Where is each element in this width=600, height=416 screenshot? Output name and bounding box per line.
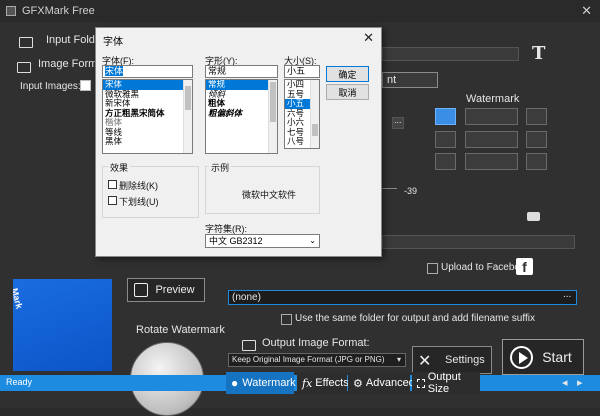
watermark-text-field[interactable] [382, 47, 519, 61]
status-text: Ready [6, 377, 33, 387]
fx-icon: fx [302, 376, 313, 390]
strikeout-checkbox[interactable] [108, 180, 117, 189]
underline-label: 下划线(U) [119, 197, 159, 207]
font-list-scrollbar[interactable] [183, 80, 192, 153]
wrench-icon: ✕ [418, 353, 432, 370]
position-tile-bottom-center[interactable] [465, 153, 518, 170]
font-list[interactable]: 宋体 微软雅黑 新宋体 方正粗黑宋简体 楷体 等线 黑体 [102, 79, 193, 154]
output-format-label: Output Image Format: [262, 337, 370, 349]
preview-button[interactable]: Preview [127, 278, 205, 302]
font-input[interactable]: 宋体 [102, 65, 193, 78]
resize-icon [417, 378, 425, 388]
tab-advanced[interactable]: ⚙ Advanced [348, 372, 415, 394]
window-title: GFXMark Free [22, 5, 95, 17]
image-icon[interactable] [17, 62, 31, 73]
dialog-title: 字体 [103, 37, 123, 48]
more-options-button[interactable]: ... [392, 115, 404, 129]
effects-label: 效果 [108, 161, 131, 174]
upload-facebook-checkbox[interactable] [427, 263, 438, 274]
underline-checkbox[interactable] [108, 196, 117, 205]
charset-select[interactable]: 中文 GB2312 ⌄ [205, 234, 320, 248]
preview-image: Mark [13, 279, 112, 371]
input-images-checkbox[interactable] [80, 80, 91, 91]
facebook-icon[interactable]: f [516, 258, 533, 275]
start-button[interactable]: Start [502, 339, 584, 375]
style-list-scrollbar[interactable] [268, 80, 277, 153]
position-tile-middle-right[interactable] [526, 131, 547, 148]
chevron-down-icon: ▾ [397, 355, 402, 364]
folder-icon[interactable] [19, 37, 33, 48]
tab-prev-arrow[interactable]: ◂ [562, 376, 568, 389]
slider-track[interactable] [382, 188, 397, 189]
style-input[interactable]: 常规 [205, 65, 278, 78]
tab-output-size[interactable]: Output Size [412, 371, 480, 395]
output-path-field[interactable]: (none) ... [228, 289, 577, 305]
position-tile-top-right[interactable] [526, 108, 547, 125]
size-list-scrollbar[interactable] [310, 80, 319, 148]
ok-button[interactable]: 确定 [326, 66, 369, 82]
style-list[interactable]: 常规 倾斜 粗体 粗偏斜体 [205, 79, 278, 154]
gear-icon: ⚙ [353, 377, 363, 390]
rotate-watermark-label: Rotate Watermark [136, 324, 225, 336]
text-tool-icon[interactable]: T [532, 43, 545, 64]
drop-icon: ● [231, 376, 239, 390]
size-input[interactable]: 小五 [284, 65, 320, 78]
magnifier-icon [134, 283, 148, 297]
app-window: GFXMark Free ✕ Input Folder Image Format… [0, 0, 600, 416]
camera-icon[interactable] [527, 212, 540, 221]
list-item[interactable]: 粗偏斜体 [206, 108, 277, 119]
browse-output-button[interactable]: ... [563, 289, 571, 300]
strikeout-label: 删除线(K) [119, 181, 158, 191]
position-tile-top-left[interactable] [435, 108, 456, 125]
tab-effects[interactable]: fx Effects [297, 372, 349, 394]
same-folder-checkbox[interactable] [281, 314, 292, 325]
image-path-field[interactable] [382, 235, 575, 249]
output-format-select[interactable]: Keep Original Image Format (JPG or PNG) … [228, 353, 406, 367]
position-tile-middle-left[interactable] [435, 131, 456, 148]
close-icon[interactable]: ✕ [581, 3, 592, 19]
watermark-section-label: Watermark [466, 93, 520, 105]
position-tile-top-center[interactable] [465, 108, 518, 125]
sample-text: 微软中文软件 [242, 190, 297, 200]
slider-value: -39 [404, 186, 418, 196]
settings-button-label: Settings [445, 354, 485, 366]
tab-next-arrow[interactable]: ▸ [577, 376, 583, 389]
preview-stamp: Mark [13, 287, 25, 310]
title-bar: GFXMark Free ✕ [0, 0, 600, 22]
list-item[interactable]: 黑体 [103, 136, 192, 147]
cancel-button[interactable]: 取消 [326, 84, 369, 100]
size-list[interactable]: 小四 五号 小五 六号 小六 七号 八号 [284, 79, 320, 149]
play-icon [510, 346, 533, 369]
sample-label: 示例 [209, 161, 232, 174]
chevron-down-icon: ⌄ [309, 236, 316, 245]
font-button[interactable]: nt [382, 72, 438, 88]
tab-watermark[interactable]: ● Watermark [226, 372, 296, 394]
position-tile-middle-center[interactable] [465, 131, 518, 148]
dialog-close-icon[interactable]: ✕ [363, 30, 374, 46]
font-dialog: 字体 ✕ 字体(F): 字形(Y): 大小(S): 宋体 常规 小五 宋体 微软… [95, 27, 382, 257]
same-folder-label: Use the same folder for output and add f… [295, 313, 535, 324]
input-images-label: Input Images: [20, 81, 81, 92]
app-icon [6, 6, 16, 16]
output-format-icon [242, 340, 256, 351]
position-tile-bottom-right[interactable] [526, 153, 547, 170]
position-tile-bottom-left[interactable] [435, 153, 456, 170]
